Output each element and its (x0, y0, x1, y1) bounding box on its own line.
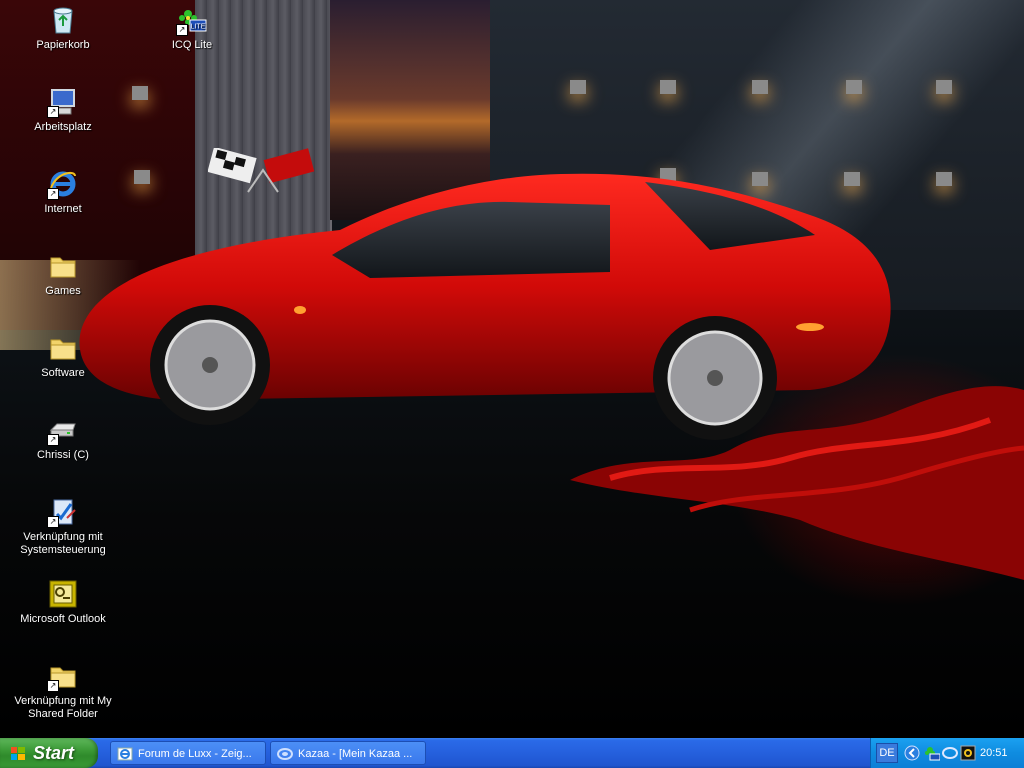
desktop-icon-control-panel-shortcut[interactable]: ↗ Verknüpfung mit Systemsteuerung (9, 496, 117, 557)
wallpaper-wall-lamp (752, 80, 768, 94)
outlook-icon (47, 578, 79, 610)
show-hidden-icons-chevron-icon[interactable] (904, 745, 920, 761)
wallpaper-wall-lamp (132, 86, 148, 100)
start-label: Start (33, 743, 75, 763)
desktop-icon-label: Microsoft Outlook (20, 613, 106, 625)
kazaa-icon (277, 748, 293, 760)
folder-icon (47, 332, 79, 364)
internet-explorer-icon: ↗ (47, 168, 79, 200)
taskbar-button-label: Forum de Luxx - Zeig... (138, 748, 252, 760)
desktop-icon-label-line1: Verknüpfung mit (23, 531, 103, 543)
taskbar-button-label: Kazaa - [Mein Kazaa ... (298, 748, 413, 760)
desktop[interactable]: Papierkorb LITE ↗ ICQ Lite ↗ Arbeitsplat… (0, 0, 1024, 738)
desktop-icon-label-line2: Systemsteuerung (20, 544, 106, 556)
red-cloth (570, 386, 1024, 580)
clock[interactable]: 20:51 (980, 738, 1008, 768)
desktop-icon-label: Internet (44, 203, 82, 215)
shortcut-arrow-icon: ↗ (47, 106, 59, 118)
taskbar-button-kazaa[interactable]: Kazaa - [Mein Kazaa ... (270, 741, 426, 765)
desktop-icon-label: Arbeitsplatz (34, 121, 92, 133)
wallpaper-wall-lamp (846, 80, 862, 94)
folder-icon (47, 250, 79, 282)
desktop-icon-recycle-bin[interactable]: Papierkorb (9, 4, 117, 52)
my-computer-icon: ↗ (47, 86, 79, 118)
shortcut-arrow-icon: ↗ (176, 24, 188, 36)
desktop-icon-drive-c[interactable]: ↗ Chrissi (C) (9, 414, 117, 462)
wallpaper-wall-lamp (660, 80, 676, 94)
wallpaper-wall-lamp (936, 80, 952, 94)
desktop-icon-internet[interactable]: ↗ Internet (9, 168, 117, 216)
desktop-icon-label: ICQ Lite (171, 39, 213, 51)
taskbar: Start Forum de Luxx - Zeig... Kazaa - [M… (0, 738, 1024, 768)
taskbar-button-forum[interactable]: Forum de Luxx - Zeig... (110, 741, 266, 765)
windows-logo-icon (11, 747, 25, 760)
network-tray-icon[interactable] (960, 745, 976, 761)
desktop-icon-label-line2: Shared Folder (28, 708, 98, 720)
desktop-icon-software-folder[interactable]: Software (9, 332, 117, 380)
language-indicator[interactable]: DE (876, 743, 898, 763)
start-button[interactable]: Start (0, 738, 98, 768)
recycle-bin-icon (47, 4, 79, 36)
icq-icon: LITE ↗ (176, 4, 208, 36)
desktop-icon-my-computer[interactable]: ↗ Arbeitsplatz (9, 86, 117, 134)
desktop-icon-label: Papierkorb (36, 39, 90, 51)
svg-text:LITE: LITE (191, 24, 206, 31)
wallpaper-wall-lamp (570, 80, 586, 94)
icq-tray-icon[interactable] (924, 745, 940, 761)
desktop-icon-label: Games (45, 285, 81, 297)
desktop-icon-label: Chrissi (C) (37, 449, 89, 461)
control-panel-icon: ↗ (47, 496, 79, 528)
internet-explorer-icon (117, 747, 133, 761)
shortcut-arrow-icon: ↗ (47, 516, 59, 528)
drive-icon: ↗ (47, 414, 79, 446)
wallpaper-wall-lamp (936, 172, 952, 186)
desktop-icon-microsoft-outlook[interactable]: Microsoft Outlook (9, 578, 117, 626)
shortcut-arrow-icon: ↗ (47, 680, 59, 692)
desktop-icon-shared-folder-shortcut[interactable]: ↗ Verknüpfung mit My Shared Folder (9, 660, 117, 721)
desktop-icon-label: Software (41, 367, 85, 379)
shortcut-arrow-icon: ↗ (47, 434, 59, 446)
shortcut-arrow-icon: ↗ (47, 188, 59, 200)
desktop-icon-label-line1: Verknüpfung mit My (14, 695, 112, 707)
folder-icon: ↗ (47, 660, 79, 692)
desktop-icon-icq-lite[interactable]: LITE ↗ ICQ Lite (138, 4, 246, 52)
kazaa-tray-icon[interactable] (942, 745, 958, 761)
desktop-icon-games-folder[interactable]: Games (9, 250, 117, 298)
